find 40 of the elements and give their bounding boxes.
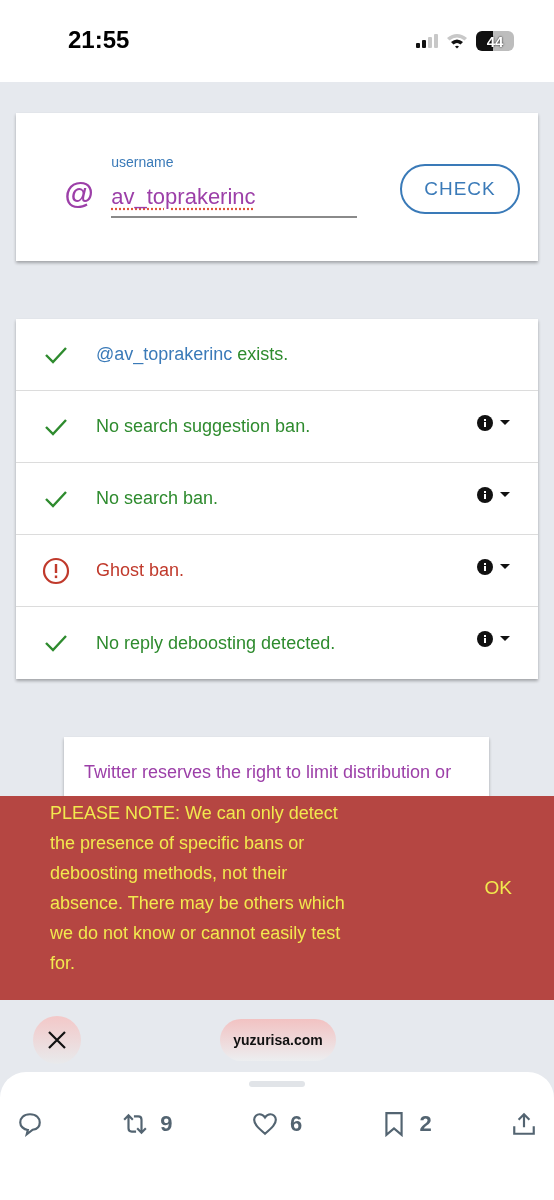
close-button[interactable] — [33, 1016, 81, 1064]
result-text: @av_toprakerinc exists. — [96, 344, 289, 365]
share-icon[interactable] — [511, 1111, 537, 1137]
reply-icon[interactable] — [17, 1111, 43, 1137]
heart-icon[interactable] — [251, 1111, 278, 1137]
info-icon — [477, 414, 493, 431]
retweet-icon[interactable] — [122, 1111, 149, 1137]
caret-icon — [500, 636, 510, 642]
check-icon — [42, 633, 70, 653]
status-time: 21:55 — [68, 26, 130, 54]
action-count: 6 — [289, 1111, 303, 1137]
notice-text: Twitter reserves the right to limit distribution or — [84, 761, 453, 783]
banner-text: PLEASE NOTE: We can only detect the presence of specific bans or deboosting methods, not their absence. There may be others which we do not know or cannot easily test for. — [50, 802, 346, 975]
caret-icon — [500, 419, 510, 426]
check-button[interactable]: CHECK — [400, 164, 520, 214]
wifi-icon — [446, 33, 468, 49]
info-dropdown[interactable] — [477, 558, 510, 575]
info-icon — [477, 631, 493, 647]
url-pill[interactable]: yuzurisa.com — [220, 1019, 336, 1061]
info-icon — [477, 486, 493, 503]
info-dropdown[interactable] — [477, 486, 510, 503]
info-dropdown[interactable] — [477, 414, 510, 431]
result-text: Ghost ban. — [96, 560, 185, 581]
action-count: 9 — [160, 1111, 173, 1137]
alert-icon — [42, 556, 70, 585]
result-text: No reply deboosting detected. — [96, 632, 336, 654]
result-text: No search ban. — [96, 488, 219, 509]
caret-icon — [500, 563, 510, 570]
ok-button[interactable]: OK — [480, 873, 516, 903]
field-label: username — [111, 154, 175, 170]
at-sign: @ — [64, 177, 94, 211]
info-dropdown[interactable] — [477, 631, 510, 647]
result-text: No search suggestion ban. — [96, 416, 311, 437]
info-icon — [477, 558, 493, 575]
action-count: 2 — [419, 1111, 432, 1137]
username-field[interactable]: username av_toprakerinc — [111, 154, 358, 218]
close-icon — [47, 1030, 67, 1050]
sheet-handle[interactable] — [249, 1081, 305, 1087]
caret-icon — [500, 491, 510, 498]
signal-icon — [416, 34, 438, 48]
